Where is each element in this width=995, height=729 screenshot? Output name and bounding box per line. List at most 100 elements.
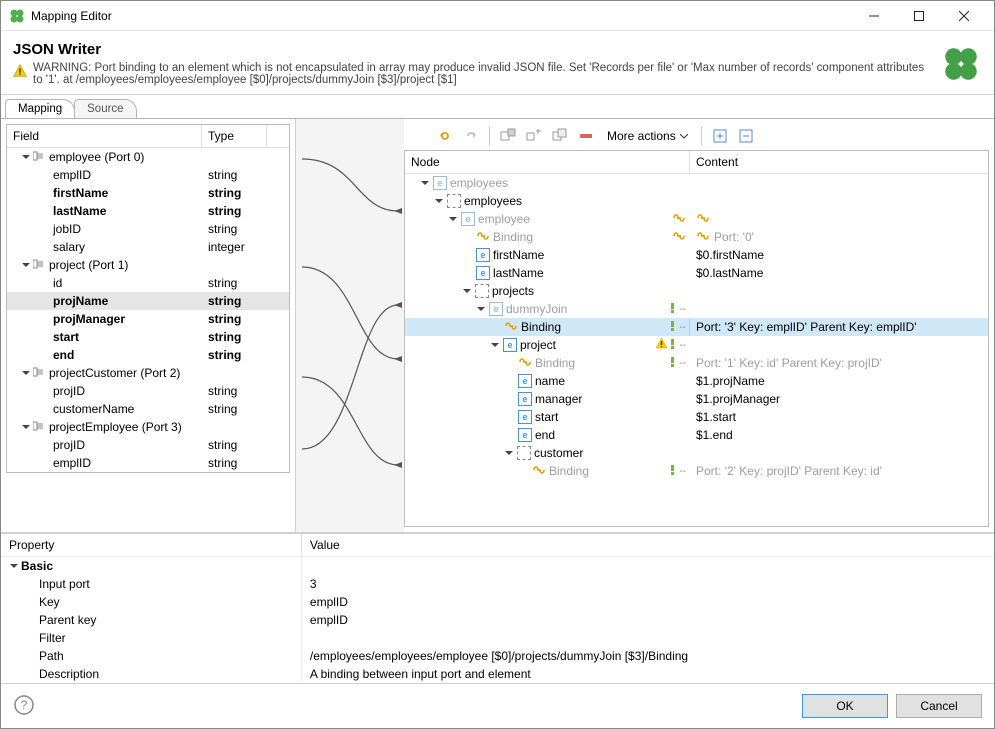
element-icon: e <box>518 428 532 442</box>
field-label: emplID <box>53 168 91 182</box>
node-row[interactable]: eemployee <box>405 210 988 228</box>
prop-value[interactable]: emplID <box>302 611 994 629</box>
warning-text: WARNING: Port binding to an element whic… <box>33 62 930 86</box>
node-row[interactable]: eemployees <box>405 174 988 192</box>
cancel-button[interactable]: Cancel <box>896 694 982 718</box>
properties-panel: Property Value Basic Input port3KeyemplI… <box>1 533 994 683</box>
prop-value[interactable]: emplID <box>302 593 994 611</box>
col-value[interactable]: Value <box>302 534 994 557</box>
maximize-button[interactable] <box>896 1 941 30</box>
prop-value[interactable]: 3 <box>302 575 994 593</box>
close-button[interactable] <box>941 1 986 30</box>
prop-key: Description <box>1 665 302 683</box>
field-row[interactable]: projManagerstring <box>7 310 289 328</box>
chevron-down-icon[interactable] <box>21 152 31 162</box>
node-row[interactable]: Binding--Port: '1' Key: id' Parent Key: … <box>405 354 988 372</box>
prop-key: Key <box>1 593 302 611</box>
minimize-button[interactable] <box>851 1 896 30</box>
binding-icon <box>476 229 490 246</box>
chevron-down-icon[interactable] <box>448 214 458 224</box>
node-row[interactable]: emanager$1.projManager <box>405 390 988 408</box>
field-row[interactable]: projectEmployee (Port 3) <box>7 418 289 436</box>
field-row[interactable]: project (Port 1) <box>7 256 289 274</box>
object-icon <box>517 446 531 460</box>
node-row[interactable]: estart$1.start <box>405 408 988 426</box>
node-row[interactable]: efirstName$0.firstName <box>405 246 988 264</box>
prop-value[interactable]: A binding between input port and element <box>302 665 994 683</box>
field-row[interactable]: idstring <box>7 274 289 292</box>
chevron-down-icon[interactable] <box>21 260 31 270</box>
add-node-button[interactable] <box>497 125 519 147</box>
node-row[interactable]: eend$1.end <box>405 426 988 444</box>
node-label: project <box>520 338 556 352</box>
left-panel: Field Type employee (Port 0)emplIDstring… <box>1 119 296 532</box>
col-property[interactable]: Property <box>1 534 302 557</box>
insert-node-button[interactable] <box>523 125 545 147</box>
node-content: $1.projName <box>696 374 765 388</box>
warning-icon <box>656 338 667 352</box>
help-button[interactable]: ? <box>13 694 35 719</box>
field-row[interactable]: emplIDstring <box>7 454 289 472</box>
field-label: projectCustomer (Port 2) <box>49 366 180 380</box>
section-basic[interactable]: Basic <box>1 557 302 575</box>
tab-mapping[interactable]: Mapping <box>5 99 75 118</box>
chevron-down-icon[interactable] <box>504 448 514 458</box>
chevron-down-icon[interactable] <box>490 340 500 350</box>
chevron-down-icon <box>9 561 19 571</box>
node-row[interactable]: Binding--Port: '2' Key: projID' Parent K… <box>405 462 988 480</box>
field-row[interactable]: startstring <box>7 328 289 346</box>
node-row[interactable]: edummyJoin-- <box>405 300 988 318</box>
port-icon <box>33 150 47 165</box>
field-row[interactable]: emplIDstring <box>7 166 289 184</box>
field-row[interactable]: endstring <box>7 346 289 364</box>
node-row[interactable]: elastName$0.lastName <box>405 264 988 282</box>
col-content[interactable]: Content <box>690 151 988 173</box>
chevron-down-icon[interactable] <box>21 422 31 432</box>
node-label: end <box>535 428 555 442</box>
node-row[interactable]: ename$1.projName <box>405 372 988 390</box>
field-label: lastName <box>53 204 106 218</box>
field-row[interactable]: jobIDstring <box>7 220 289 238</box>
field-row[interactable]: projectCustomer (Port 2) <box>7 364 289 382</box>
prop-key: Input port <box>1 575 302 593</box>
col-type[interactable]: Type <box>202 125 267 147</box>
col-field[interactable]: Field <box>7 125 202 147</box>
chevron-down-icon[interactable] <box>420 178 430 188</box>
expand-all-button[interactable] <box>709 125 731 147</box>
header-area: JSON Writer WARNING: Port binding to an … <box>1 31 994 95</box>
chevron-down-icon[interactable] <box>434 196 444 206</box>
node-row[interactable]: BindingPort: '0' <box>405 228 988 246</box>
field-row[interactable]: projIDstring <box>7 436 289 454</box>
chevron-down-icon[interactable] <box>462 286 472 296</box>
copy-node-button[interactable] <box>549 125 571 147</box>
field-row[interactable]: projIDstring <box>7 382 289 400</box>
prop-value[interactable]: /employees/employees/employee [$0]/proje… <box>302 647 994 665</box>
prop-value[interactable] <box>302 629 994 647</box>
mapping-lines-panel <box>296 119 404 532</box>
field-row[interactable]: customerNamestring <box>7 400 289 418</box>
more-actions-button[interactable]: More actions <box>601 125 694 147</box>
node-row[interactable]: eproject-- <box>405 336 988 354</box>
field-row[interactable]: firstNamestring <box>7 184 289 202</box>
field-row[interactable]: salaryinteger <box>7 238 289 256</box>
undo-button[interactable] <box>434 125 456 147</box>
delete-button[interactable] <box>575 125 597 147</box>
exclaim-icon <box>668 356 678 370</box>
field-row[interactable]: projNamestring <box>7 292 289 310</box>
field-row[interactable]: lastNamestring <box>7 202 289 220</box>
node-content: $0.lastName <box>696 266 763 280</box>
chevron-down-icon[interactable] <box>476 304 486 314</box>
node-content: Port: '1' Key: id' Parent Key: projID' <box>696 356 882 370</box>
redo-button[interactable] <box>460 125 482 147</box>
field-row[interactable]: employee (Port 0) <box>7 148 289 166</box>
node-row[interactable]: employees <box>405 192 988 210</box>
col-node[interactable]: Node <box>405 151 690 173</box>
node-row[interactable]: customer <box>405 444 988 462</box>
chevron-down-icon[interactable] <box>21 368 31 378</box>
tab-source[interactable]: Source <box>74 99 136 118</box>
collapse-all-button[interactable] <box>735 125 757 147</box>
clover-logo-icon <box>940 43 982 85</box>
node-row[interactable]: Binding--Port: '3' Key: emplID' Parent K… <box>405 318 988 336</box>
node-row[interactable]: projects <box>405 282 988 300</box>
ok-button[interactable]: OK <box>802 694 888 718</box>
